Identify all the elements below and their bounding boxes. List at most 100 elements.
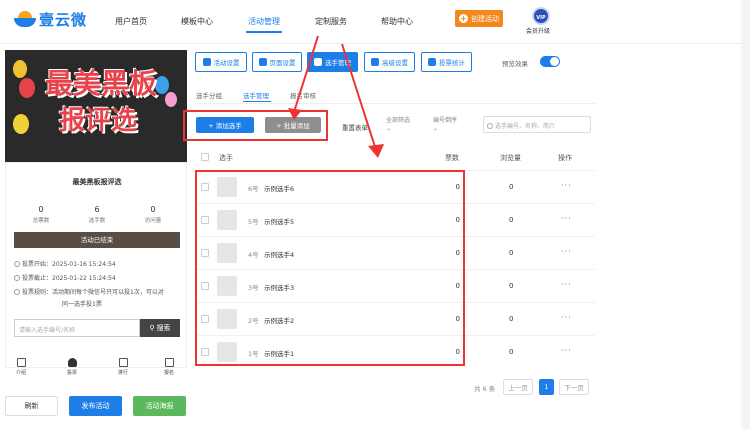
nav-user-home[interactable]: 用户首页 [115,16,147,27]
nav-template-center[interactable]: 模板中心 [181,16,213,27]
search-placeholder: 选手编号、名称、简介 [495,123,556,130]
sort-dropdown[interactable]: 编号倒序 ⌄ [433,117,457,133]
column-votes: 票数 [445,154,459,162]
tab-vote[interactable]: 投票 [60,358,84,376]
vote-rule-line-2: 同一选手投1票 [62,301,102,308]
player-views: 0 [509,249,514,257]
balloon-decoration [13,60,27,78]
column-actions: 操作 [558,154,572,162]
activity-title: 最美黑板报评选 [72,178,122,186]
player-views: 0 [509,315,514,323]
stat-label: 总票数 [32,218,50,224]
tab-player-groups[interactable]: 选手分组 [196,90,222,100]
preview-effect-toggle[interactable] [540,56,560,67]
next-page-button[interactable]: 下一页 [559,379,589,395]
tab-intro[interactable]: 介绍 [9,358,33,376]
preview-effect-label: 预览效果 [502,60,528,68]
tab-signup[interactable]: 报名 [157,358,181,376]
scrollbar[interactable] [741,0,750,429]
page-1-button[interactable]: 1 [539,379,554,395]
activity-info-card: 最美黑板报评选 0 总票数 6 选手数 0 访问量 活动已结束 投票开始：202… [5,162,187,368]
annotation-arrows [288,35,384,158]
vote-end-text: 投票截止：2025-01-22 15:24:54 [22,275,116,282]
preview-search-input[interactable]: 请输入选手编号/名称 [14,319,140,337]
nav-help-center[interactable]: 帮助中心 [381,16,413,27]
more-actions-icon[interactable]: ··· [561,214,572,223]
activity-poster-button[interactable]: 活动海报 [133,396,186,416]
tab-label: 排行 [117,370,128,376]
stat-total-votes: 0 总票数 [16,205,66,224]
signup-icon [164,358,174,367]
search-icon [487,123,493,129]
chevron-down-icon: ⌄ [433,125,439,132]
add-player-button[interactable]: + 添加选手 [196,117,254,133]
player-views: 0 [509,216,514,224]
column-views: 浏览量 [500,154,521,162]
stat-visits: 0 访问量 [128,205,178,224]
more-actions-icon[interactable]: ··· [561,346,572,355]
vote-end-line: 投票截止：2025-01-22 15:24:54 [14,273,116,282]
info-icon [14,289,20,295]
activity-settings-button[interactable]: 活动设置 [195,52,247,72]
tab-ranking[interactable]: 排行 [111,358,135,376]
publish-activity-button[interactable]: 发布活动 [69,396,122,416]
more-actions-icon[interactable]: ··· [561,247,572,256]
tab-player-management[interactable]: 选手管理 [243,90,269,100]
create-activity-button[interactable]: + 创建活动 [455,10,503,27]
activity-preview: 最美黑板 报评选 最美黑板报评选 0 总票数 6 选手数 0 访问量 活动已结束… [5,50,187,376]
balloon-decoration [19,78,35,98]
tab-label: 报名 [163,370,174,376]
refresh-button[interactable]: 刷新 [5,396,58,416]
search-icon: ⚲ [149,324,155,332]
nav-activity-management[interactable]: 活动管理 [248,16,280,27]
nav-custom-service[interactable]: 定制服务 [315,16,347,27]
plus-circle-icon: + [459,14,468,23]
more-actions-icon[interactable]: ··· [561,280,572,289]
vote-statistics-button[interactable]: 投票统计 [421,52,472,72]
stat-value: 0 [150,205,156,214]
player-views: 0 [509,348,514,356]
vote-rule-line: 投票规则：活动期间每个微信号只可以投1次，可以对 [14,287,164,296]
more-actions-icon[interactable]: ··· [561,181,572,190]
bar-chart-icon [428,58,436,66]
poster-image: 最美黑板 报评选 [5,50,187,162]
preview-search: 请输入选手编号/名称 ⚲ 搜索 [14,319,180,337]
balloon-decoration [155,76,169,94]
tool-label: 活动设置 [213,59,240,67]
logo[interactable]: 壹云微 [14,9,87,30]
preview-bottom-tabs: 介绍 投票 排行 报名 [5,358,187,382]
preview-search-button[interactable]: ⚲ 搜索 [140,319,180,337]
person-icon [67,358,77,367]
vote-rule-text: 投票规则：活动期间每个微信号只可以投1次，可以对 [22,289,164,296]
vip-upgrade-label[interactable]: 会员升级 [526,26,550,35]
vote-start-text: 投票开始：2025-01-16 15:24:54 [22,261,116,268]
poster-title-line1: 最美黑板 [45,67,158,100]
stat-player-count: 6 选手数 [72,205,122,224]
logo-icon [14,10,36,29]
select-all-checkbox[interactable] [201,153,209,161]
tab-label: 介绍 [15,370,26,376]
stat-label: 选手数 [88,218,106,224]
tool-label: 投票统计 [439,59,465,67]
gear-icon [202,58,211,66]
vip-badge-icon[interactable]: VIP [532,7,550,25]
activity-ended-bar: 活动已结束 [14,232,180,248]
page-gear-icon [258,58,267,66]
stat-label: 访问量 [144,218,162,224]
player-views: 0 [509,282,514,290]
ranking-icon [118,358,128,367]
player-search-input[interactable]: 选手编号、名称、简介 [483,116,591,133]
create-activity-label: 创建活动 [471,14,499,23]
pagination-total: 共 6 条 [474,385,496,393]
logo-text: 壹云微 [39,11,88,29]
column-player: 选手 [219,154,233,162]
player-views: 0 [509,183,514,191]
poster-title-line2: 报评选 [59,106,138,136]
tab-label: 投票 [66,370,77,376]
more-actions-icon[interactable]: ··· [561,313,572,322]
vote-start-line: 投票开始：2025-01-16 15:24:54 [14,259,116,268]
stat-value: 6 [94,205,100,214]
prev-page-button[interactable]: 上一页 [503,379,533,395]
nav-active-indicator [246,31,282,33]
clock-icon [14,261,20,267]
